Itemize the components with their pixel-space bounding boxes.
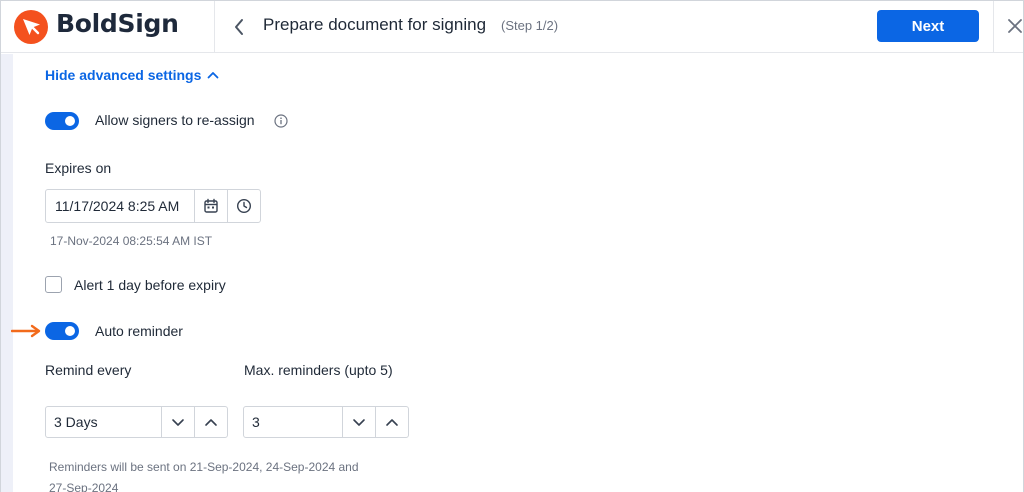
next-button[interactable]: Next	[877, 10, 979, 42]
expiry-datetime-group	[45, 189, 261, 223]
max-reminders-value[interactable]: 3	[244, 407, 342, 437]
chevron-up-icon	[207, 72, 219, 79]
expiry-hint: 17-Nov-2024 08:25:54 AM IST	[50, 234, 213, 248]
clock-icon	[236, 198, 252, 214]
step-indicator: (Step 1/2)	[501, 18, 559, 33]
brand-name: BoldSign	[56, 9, 179, 38]
chevron-left-icon	[235, 19, 243, 35]
remind-every-decrement-button[interactable]	[161, 407, 194, 437]
max-reminders-stepper: 3	[243, 406, 409, 438]
auto-reminder-toggle[interactable]	[45, 322, 79, 340]
header-divider	[993, 1, 994, 53]
remind-every-label: Remind every	[45, 362, 132, 378]
max-reminders-label: Max. reminders (upto 5)	[244, 362, 393, 378]
chevron-up-icon	[386, 418, 398, 426]
alert-before-expiry-label: Alert 1 day before expiry	[74, 277, 226, 293]
info-icon[interactable]	[274, 114, 288, 128]
back-button[interactable]	[227, 13, 251, 41]
remind-every-increment-button[interactable]	[194, 407, 227, 437]
allow-reassign-toggle[interactable]	[45, 112, 79, 130]
chevron-down-icon	[353, 418, 365, 426]
close-icon	[1008, 19, 1022, 33]
page-title: Prepare document for signing	[263, 15, 487, 34]
reminder-hint-line-2: 27-Sep-2024	[49, 481, 119, 492]
advanced-settings-label: Hide advanced settings	[45, 67, 202, 83]
calendar-button[interactable]	[194, 190, 227, 222]
reminder-hint-line-1: Reminders will be sent on 21-Sep-2024, 2…	[49, 460, 359, 474]
hide-advanced-settings-link[interactable]: Hide advanced settings	[45, 67, 219, 83]
arrow-right-icon	[11, 324, 41, 338]
boldsign-logo-icon	[14, 10, 48, 44]
allow-reassign-label: Allow signers to re-assign	[95, 112, 255, 128]
top-header: BoldSign Prepare document for signing (S…	[1, 1, 1023, 53]
expiry-datetime-input[interactable]	[46, 190, 194, 222]
alert-before-expiry-checkbox[interactable]	[45, 276, 62, 293]
max-reminders-increment-button[interactable]	[375, 407, 408, 437]
expires-on-label: Expires on	[45, 160, 112, 176]
brand-area: BoldSign	[1, 1, 215, 53]
chevron-up-icon	[205, 418, 217, 426]
left-gutter	[1, 54, 13, 492]
remind-every-value[interactable]: 3 Days	[46, 407, 161, 437]
auto-reminder-label: Auto reminder	[95, 323, 183, 339]
calendar-icon	[204, 198, 218, 213]
chevron-down-icon	[172, 418, 184, 426]
close-button[interactable]	[1005, 16, 1023, 38]
remind-every-stepper: 3 Days	[45, 406, 228, 438]
max-reminders-decrement-button[interactable]	[342, 407, 375, 437]
reminder-schedule-hint: Reminders will be sent on 21-Sep-2024, 2…	[49, 457, 409, 492]
app-window: BoldSign Prepare document for signing (S…	[0, 0, 1024, 492]
time-button[interactable]	[227, 190, 260, 222]
